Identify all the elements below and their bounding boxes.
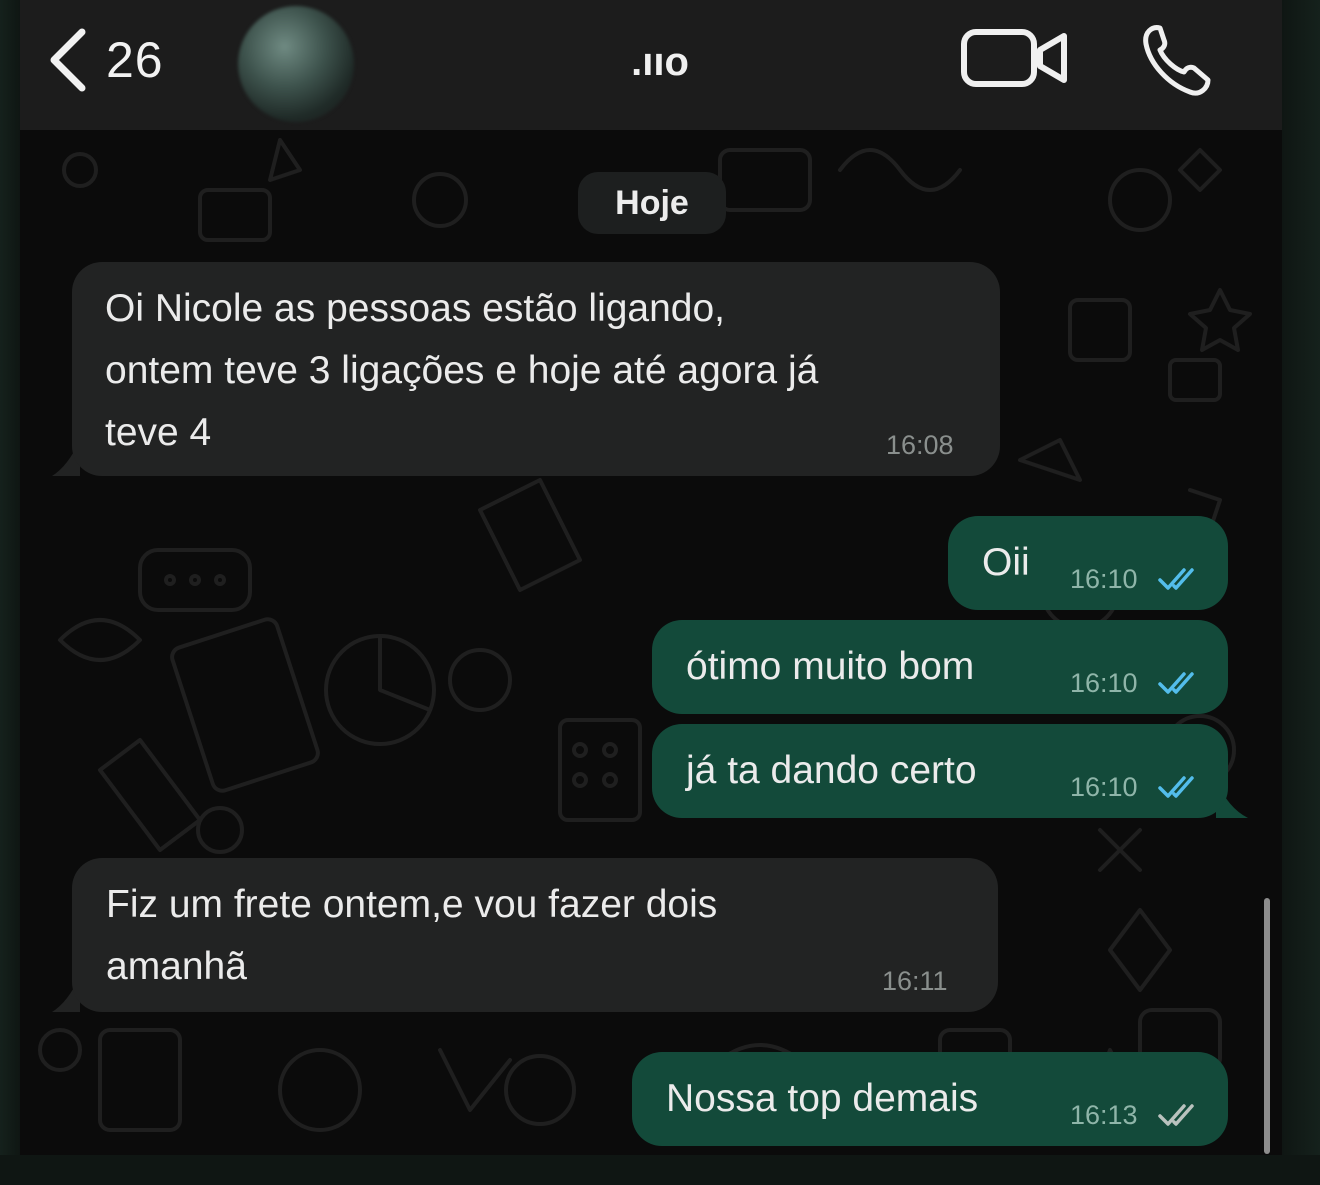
video-call-button[interactable] [960,26,1072,97]
contact-name[interactable]: .ııo [580,40,740,85]
right-edge [1282,0,1320,1185]
phone-icon [1120,25,1220,102]
message-text: ótimo muito bom [686,645,975,688]
read-receipt-icon [1158,776,1194,798]
message-text: Fiz um frete ontem,e vou fazer dois aman… [106,883,718,988]
unread-count: 26 [106,32,164,88]
date-separator: Hoje [578,172,726,234]
message-bubble-outgoing[interactable]: já ta dando certo 16:10 [652,724,1228,818]
voice-call-button[interactable] [1120,22,1220,103]
message-bubble-outgoing[interactable]: Nossa top demais 16:13 [632,1052,1228,1146]
delivered-receipt-icon [1158,1104,1194,1126]
message-text: Nossa top demais [666,1077,979,1120]
message-time: 16:10 [1070,668,1138,698]
chat-header: 26 .ııo [20,0,1282,130]
chevron-left-icon [48,28,88,92]
video-camera-icon [960,29,1072,96]
back-button[interactable]: 26 [48,28,164,92]
message-time: 16:13 [1070,1100,1138,1130]
message-bubble-incoming[interactable]: Oi Nicole as pessoas estão ligando, onte… [72,262,1000,476]
message-text: Oi Nicole as pessoas estão ligando, onte… [105,287,819,454]
chat-screen: 26 .ııo Hoje Oi Nicole as pessoas estão … [0,0,1320,1185]
scrollbar[interactable] [1264,898,1270,1154]
message-time: 16:08 [886,430,954,460]
message-time: 16:10 [1070,772,1138,802]
read-receipt-icon [1158,672,1194,694]
message-text: Oii [982,541,1030,584]
message-time: 16:11 [882,966,948,996]
bottom-edge [0,1155,1320,1185]
avatar[interactable] [238,6,354,122]
chat-area[interactable]: Hoje Oi Nicole as pessoas estão ligando,… [20,130,1282,1155]
message-bubble-outgoing[interactable]: Oii 16:10 [948,516,1228,610]
message-time: 16:10 [1070,564,1138,594]
read-receipt-icon [1158,568,1194,590]
message-bubble-incoming[interactable]: Fiz um frete ontem,e vou fazer dois aman… [72,858,998,1012]
left-edge [0,0,20,1185]
message-bubble-outgoing[interactable]: ótimo muito bom 16:10 [652,620,1228,714]
message-text: já ta dando certo [686,749,977,792]
